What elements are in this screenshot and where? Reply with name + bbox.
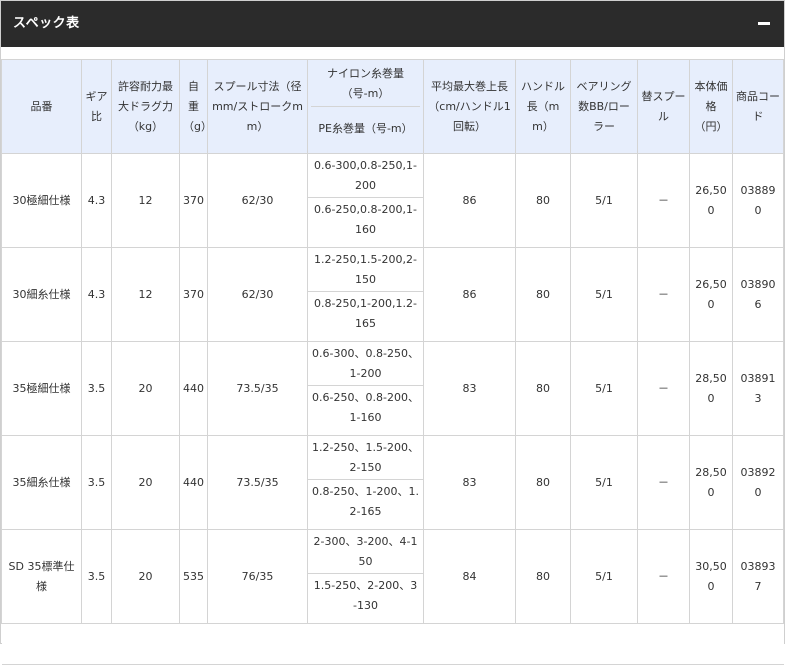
cell-gear-ratio: 3.5 bbox=[81, 435, 112, 530]
cell-retrieve-length: 83 bbox=[423, 435, 516, 530]
cell-product-code: 03890 6 bbox=[732, 247, 784, 342]
cell-spool-size: 73.5/35 bbox=[207, 435, 308, 530]
cell-bearings: 5/1 bbox=[570, 341, 638, 436]
cell-handle-length: 80 bbox=[515, 153, 571, 248]
header-bearings: ベアリング数BB/ローラー bbox=[570, 59, 638, 154]
cell-model: 30細糸仕様 bbox=[1, 247, 82, 342]
header-nylon-capacity: ナイロン糸巻量（号-m） bbox=[311, 63, 420, 107]
cell-handle-length: 80 bbox=[515, 435, 571, 530]
cell-spare-spool: － bbox=[637, 529, 690, 624]
cell-product-code: 03892 0 bbox=[732, 435, 784, 530]
cell-weight: 535 bbox=[179, 529, 208, 624]
cell-bearings: 5/1 bbox=[570, 435, 638, 530]
cell-price: 28,500 bbox=[689, 341, 733, 436]
cell-pe-capacity: 0.6-250、0.8-200、1-160 bbox=[312, 391, 419, 424]
cell-bearings: 5/1 bbox=[570, 153, 638, 248]
collapse-minus-icon[interactable] bbox=[754, 13, 774, 33]
cell-retrieve-length: 86 bbox=[423, 153, 516, 248]
cell-spool-size: 73.5/35 bbox=[207, 341, 308, 436]
cell-max-drag: 20 bbox=[111, 529, 180, 624]
cell-spool-size: 76/35 bbox=[207, 529, 308, 624]
header-retrieve-length: 平均最大巻上長（cm/ハンドル1回転） bbox=[423, 59, 516, 154]
header-gear-ratio: ギア比 bbox=[81, 59, 112, 154]
cell-retrieve-length: 84 bbox=[423, 529, 516, 624]
header-line-capacity: ナイロン糸巻量（号-m） PE糸巻量（号-m） bbox=[307, 59, 424, 154]
cell-spool-size: 62/30 bbox=[207, 247, 308, 342]
cell-handle-length: 80 bbox=[515, 247, 571, 342]
cell-price: 30,500 bbox=[689, 529, 733, 624]
cell-model: 35細糸仕様 bbox=[1, 435, 82, 530]
cell-price: 26,500 bbox=[689, 247, 733, 342]
cell-pe-capacity: 1.5-250、2-200、3-130 bbox=[313, 579, 418, 612]
cell-handle-length: 80 bbox=[515, 529, 571, 624]
cell-spare-spool: － bbox=[637, 247, 690, 342]
cell-nylon-capacity: 2-300、3-200、4-150 bbox=[308, 531, 423, 574]
cell-weight: 370 bbox=[179, 247, 208, 342]
header-spare-spool: 替スプール bbox=[637, 59, 690, 154]
cell-nylon-capacity: 0.6-300,0.8-250,1-200 bbox=[308, 155, 423, 198]
header-spool-size: スプール寸法（径mm/ストロークmm） bbox=[207, 59, 308, 154]
cell-product-code: 03891 3 bbox=[732, 341, 784, 436]
table-row: 30細糸仕様 4.3 12 370 62/30 1.2-250,1.5-200,… bbox=[1, 247, 784, 342]
cell-product-code: 03893 7 bbox=[732, 529, 784, 624]
spec-title: スペック表 bbox=[13, 16, 80, 31]
header-row: 品番 ギア比 許容耐力最大ドラグ力（kg） 自重（g） スプール寸法（径mm/ス… bbox=[1, 59, 784, 154]
cell-weight: 370 bbox=[179, 153, 208, 248]
cell-nylon-capacity: 1.2-250,1.5-200,2-150 bbox=[308, 249, 423, 292]
cell-handle-length: 80 bbox=[515, 341, 571, 436]
header-weight: 自重（g） bbox=[179, 59, 208, 154]
cell-bearings: 5/1 bbox=[570, 247, 638, 342]
header-pe-capacity: PE糸巻量（号-m） bbox=[318, 121, 413, 135]
cell-price: 26,500 bbox=[689, 153, 733, 248]
cell-weight: 440 bbox=[179, 435, 208, 530]
cell-gear-ratio: 4.3 bbox=[81, 153, 112, 248]
cell-pe-capacity: 0.6-250,0.8-200,1-160 bbox=[314, 203, 417, 236]
cell-line-capacity: 2-300、3-200、4-150 1.5-250、2-200、3-130 bbox=[307, 529, 424, 624]
cell-pe-capacity: 0.8-250,1-200,1.2-165 bbox=[314, 297, 417, 330]
cell-max-drag: 12 bbox=[111, 153, 180, 248]
cell-gear-ratio: 3.5 bbox=[81, 341, 112, 436]
cell-model: SD 35標準仕様 bbox=[1, 529, 82, 624]
header-price: 本体価格（円） bbox=[689, 59, 733, 154]
cell-line-capacity: 1.2-250,1.5-200,2-150 0.8-250,1-200,1.2-… bbox=[307, 247, 424, 342]
cell-bearings: 5/1 bbox=[570, 529, 638, 624]
empty-cell bbox=[1, 623, 784, 665]
cell-max-drag: 12 bbox=[111, 247, 180, 342]
header-model: 品番 bbox=[1, 59, 82, 154]
spec-panel: スペック表 品番 ギア比 許容耐力最大ドラグ力（kg） 自重（g） スプール寸法… bbox=[0, 0, 785, 665]
cell-model: 30極細仕様 bbox=[1, 153, 82, 248]
cell-line-capacity: 0.6-300、0.8-250、1-200 0.6-250、0.8-200、1-… bbox=[307, 341, 424, 436]
cell-gear-ratio: 4.3 bbox=[81, 247, 112, 342]
table-row: 30極細仕様 4.3 12 370 62/30 0.6-300,0.8-250,… bbox=[1, 153, 784, 248]
cell-nylon-capacity: 0.6-300、0.8-250、1-200 bbox=[308, 343, 423, 386]
cell-price: 28,500 bbox=[689, 435, 733, 530]
empty-row bbox=[1, 623, 784, 665]
cell-retrieve-length: 83 bbox=[423, 341, 516, 436]
cell-spare-spool: － bbox=[637, 341, 690, 436]
spec-table: 品番 ギア比 許容耐力最大ドラグ力（kg） 自重（g） スプール寸法（径mm/ス… bbox=[1, 59, 784, 665]
cell-model: 35極細仕様 bbox=[1, 341, 82, 436]
cell-nylon-capacity: 1.2-250、1.5-200、2-150 bbox=[308, 437, 423, 480]
header-max-drag: 許容耐力最大ドラグ力（kg） bbox=[111, 59, 180, 154]
cell-weight: 440 bbox=[179, 341, 208, 436]
cell-gear-ratio: 3.5 bbox=[81, 529, 112, 624]
cell-retrieve-length: 86 bbox=[423, 247, 516, 342]
cell-product-code: 03889 0 bbox=[732, 153, 784, 248]
cell-spare-spool: － bbox=[637, 153, 690, 248]
cell-max-drag: 20 bbox=[111, 435, 180, 530]
header-product-code: 商品コード bbox=[732, 59, 784, 154]
cell-max-drag: 20 bbox=[111, 341, 180, 436]
cell-line-capacity: 0.6-300,0.8-250,1-200 0.6-250,0.8-200,1-… bbox=[307, 153, 424, 248]
cell-spool-size: 62/30 bbox=[207, 153, 308, 248]
table-row: 35細糸仕様 3.5 20 440 73.5/35 1.2-250、1.5-20… bbox=[1, 435, 784, 530]
table-row: SD 35標準仕様 3.5 20 535 76/35 2-300、3-200、4… bbox=[1, 529, 784, 624]
cell-line-capacity: 1.2-250、1.5-200、2-150 0.8-250、1-200、1.2-… bbox=[307, 435, 424, 530]
cell-pe-capacity: 0.8-250、1-200、1.2-165 bbox=[312, 485, 419, 518]
table-row: 35極細仕様 3.5 20 440 73.5/35 0.6-300、0.8-25… bbox=[1, 341, 784, 436]
cell-spare-spool: － bbox=[637, 435, 690, 530]
spec-header-bar: スペック表 bbox=[1, 1, 784, 47]
header-handle-length: ハンドル長（mm） bbox=[515, 59, 571, 154]
